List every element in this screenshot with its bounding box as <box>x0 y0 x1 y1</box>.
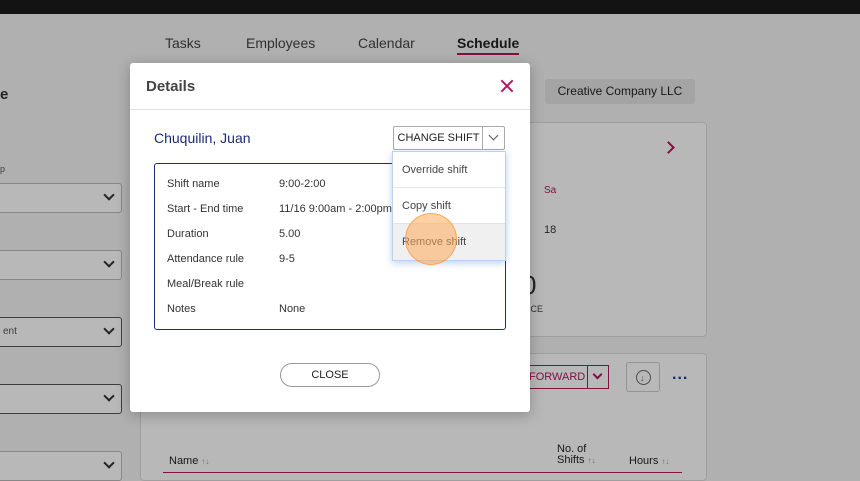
menu-item-override-shift[interactable]: Override shift <box>393 152 505 188</box>
detail-label: Shift name <box>167 178 220 190</box>
detail-value: None <box>279 303 306 315</box>
change-shift-dropdown-toggle[interactable] <box>482 126 505 150</box>
detail-label: Attendance rule <box>167 253 245 265</box>
close-icon[interactable] <box>498 77 516 95</box>
change-shift-button[interactable]: CHANGE SHIFT <box>393 126 483 150</box>
detail-label: Duration <box>167 228 209 240</box>
chevron-down-icon <box>488 130 499 141</box>
detail-label: Start - End time <box>167 203 244 215</box>
menu-item-remove-shift[interactable]: Remove shift <box>393 224 505 260</box>
menu-item-copy-shift[interactable]: Copy shift <box>393 188 505 224</box>
change-shift-menu: Override shift Copy shift Remove shift <box>392 151 506 261</box>
employee-name: Chuquilin, Juan <box>154 130 251 146</box>
close-button[interactable]: CLOSE <box>280 363 380 387</box>
modal-header: Details <box>130 63 530 110</box>
modal-title: Details <box>146 78 196 95</box>
detail-label: Meal/Break rule <box>167 278 245 290</box>
detail-label: Notes <box>167 303 196 315</box>
